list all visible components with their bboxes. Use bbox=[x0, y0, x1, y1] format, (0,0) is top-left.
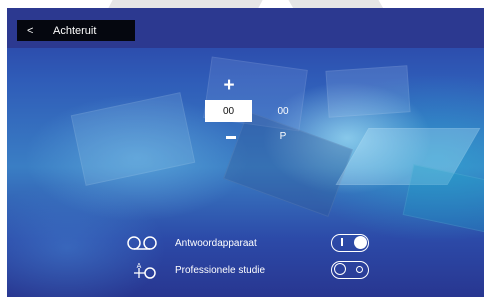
am-pm-indicator[interactable]: P bbox=[275, 130, 291, 144]
background-cube bbox=[325, 65, 411, 118]
option-row-professional-studio: A Professionele studie bbox=[125, 261, 465, 281]
option-row-answering-machine: Antwoordapparaat bbox=[125, 234, 465, 254]
answering-machine-label: Antwoordapparaat bbox=[175, 238, 257, 249]
hour-field[interactable]: 00 bbox=[205, 100, 252, 122]
toggle-off-indicator bbox=[356, 266, 363, 273]
decrement-hour-button[interactable] bbox=[225, 131, 237, 143]
professional-studio-icon: A bbox=[134, 263, 156, 279]
top-bar: < Achteruit bbox=[7, 8, 484, 48]
back-arrow-icon: < bbox=[27, 24, 34, 37]
professional-studio-toggle[interactable] bbox=[331, 261, 369, 279]
voicemail-icon bbox=[127, 236, 157, 250]
device-screen: < Achteruit + 00 00 P Antwoordapparaat A… bbox=[7, 8, 484, 297]
professional-studio-label: Professionele studie bbox=[175, 265, 266, 276]
back-button[interactable]: < Achteruit bbox=[17, 20, 135, 41]
increment-hour-button[interactable]: + bbox=[219, 76, 239, 96]
minus-icon bbox=[226, 136, 236, 139]
toggle-knob bbox=[354, 236, 367, 249]
background-cube bbox=[402, 164, 484, 234]
background-cube bbox=[223, 111, 353, 217]
toggle-knob bbox=[334, 263, 346, 275]
toggle-on-indicator bbox=[341, 238, 343, 246]
background-cube bbox=[70, 92, 196, 186]
minutes-value[interactable]: 00 bbox=[270, 100, 296, 122]
back-button-label: Achteruit bbox=[53, 24, 97, 37]
answering-machine-toggle[interactable] bbox=[331, 234, 369, 252]
